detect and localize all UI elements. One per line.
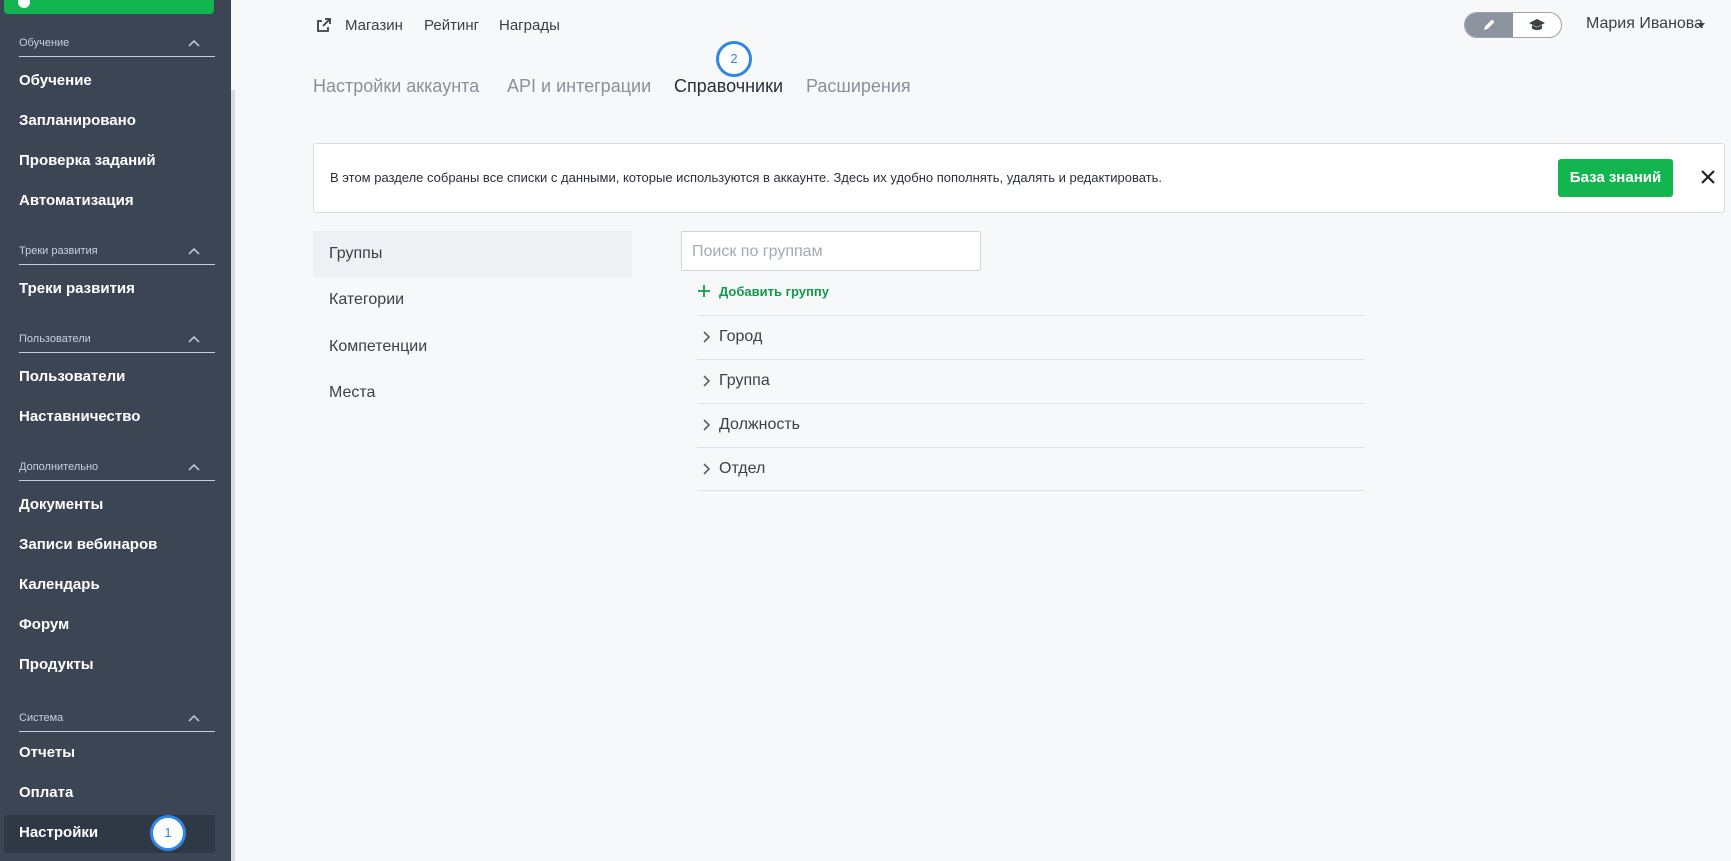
sidebar-item-users[interactable]: Пользователи xyxy=(19,367,125,387)
sidebar-item-tracks[interactable]: Треки развития xyxy=(19,279,135,299)
close-icon[interactable] xyxy=(1699,168,1717,186)
learner-mode-button[interactable] xyxy=(1513,13,1561,37)
chevron-up-icon xyxy=(188,335,200,343)
group-row-label: Должность xyxy=(719,416,800,433)
user-menu[interactable]: Мария Иванова xyxy=(1586,15,1703,33)
sidebar-item-task-review[interactable]: Проверка заданий xyxy=(19,151,156,171)
group-row-label: Город xyxy=(719,328,763,345)
sidebar-item-webinar-records[interactable]: Записи вебинаров xyxy=(19,535,157,555)
add-group-label: Добавить группу xyxy=(719,284,829,299)
info-banner: В этом разделе собраны все списки с данн… xyxy=(313,143,1725,213)
sidebar-item-products[interactable]: Продукты xyxy=(19,655,94,675)
external-link-icon[interactable] xyxy=(316,17,332,33)
chevron-right-icon xyxy=(703,375,711,387)
group-search-input[interactable] xyxy=(690,240,974,264)
group-row-label: Группа xyxy=(719,372,770,389)
section-title: Треки развития xyxy=(19,245,98,257)
section-header-system[interactable]: Система xyxy=(19,705,215,732)
section-title: Пользователи xyxy=(19,333,91,345)
topnav-shop[interactable]: Магазин xyxy=(345,16,403,36)
caret-down-icon[interactable] xyxy=(1697,23,1705,28)
section-title: Система xyxy=(19,712,64,724)
edit-mode-button[interactable] xyxy=(1465,13,1513,37)
tab-extensions[interactable]: Расширения xyxy=(806,75,911,97)
step-badge-2: 2 xyxy=(716,41,752,77)
topnav-awards[interactable]: Награды xyxy=(499,16,560,36)
sidebar-item-scheduled[interactable]: Запланировано xyxy=(19,111,136,131)
group-row-label: Отдел xyxy=(719,460,766,477)
section-title: Обучение xyxy=(19,37,70,49)
sidebar-item-automation[interactable]: Автоматизация xyxy=(19,191,134,211)
topnav-rating[interactable]: Рейтинг xyxy=(424,16,479,36)
graduation-cap-icon xyxy=(1529,19,1545,30)
sidebar-item-reports[interactable]: Отчеты xyxy=(19,743,75,763)
add-group-button[interactable]: Добавить группу xyxy=(698,284,829,299)
section-title: Дополнительно xyxy=(19,461,99,473)
chevron-up-icon xyxy=(188,39,200,47)
directory-item-places[interactable]: Места xyxy=(329,384,375,402)
brand-button[interactable] xyxy=(4,0,214,14)
pencil-icon xyxy=(1484,19,1495,30)
chevron-right-icon xyxy=(703,331,711,343)
sidebar-scrollbar[interactable] xyxy=(231,90,235,861)
sidebar-item-mentoring[interactable]: Наставничество xyxy=(19,407,140,427)
section-header-learning[interactable]: Обучение xyxy=(19,30,215,57)
info-text: В этом разделе собраны все списки с данн… xyxy=(330,170,1163,185)
chevron-right-icon xyxy=(703,419,711,431)
sidebar-item-calendar[interactable]: Календарь xyxy=(19,575,100,595)
sidebar-item-forum[interactable]: Форум xyxy=(19,615,69,635)
directory-item-groups[interactable]: Группы xyxy=(329,245,382,263)
chevron-up-icon xyxy=(188,714,200,722)
group-search[interactable] xyxy=(681,231,981,271)
sidebar-item-settings[interactable]: Настройки xyxy=(19,823,98,843)
chevron-up-icon xyxy=(188,463,200,471)
group-row[interactable]: Группа xyxy=(697,359,1365,403)
mode-toggle[interactable] xyxy=(1464,12,1562,38)
group-row[interactable]: Должность xyxy=(697,403,1365,447)
section-header-tracks[interactable]: Треки развития xyxy=(19,238,215,265)
chevron-up-icon xyxy=(188,247,200,255)
sidebar-item-learning[interactable]: Обучение xyxy=(19,71,92,91)
plus-icon xyxy=(698,285,710,297)
brand-icon xyxy=(18,0,30,8)
directory-item-categories[interactable]: Категории xyxy=(329,291,404,309)
knowledge-base-button[interactable]: База знаний xyxy=(1558,159,1673,197)
group-row[interactable]: Отдел xyxy=(697,447,1365,491)
section-header-users[interactable]: Пользователи xyxy=(19,326,215,353)
sidebar: Обучение Обучение Запланировано Проверка… xyxy=(0,0,231,861)
chevron-right-icon xyxy=(703,463,711,475)
tab-directories[interactable]: Справочники xyxy=(674,75,783,97)
directory-item-competencies[interactable]: Компетенции xyxy=(329,338,427,356)
tab-account-settings[interactable]: Настройки аккаунта xyxy=(313,75,479,97)
group-row[interactable]: Город xyxy=(697,315,1365,359)
sidebar-item-documents[interactable]: Документы xyxy=(19,495,103,515)
tab-api-integrations[interactable]: API и интеграции xyxy=(507,75,651,97)
section-header-additional[interactable]: Дополнительно xyxy=(19,454,215,481)
step-badge-1: 1 xyxy=(150,815,186,851)
sidebar-item-payment[interactable]: Оплата xyxy=(19,783,73,803)
